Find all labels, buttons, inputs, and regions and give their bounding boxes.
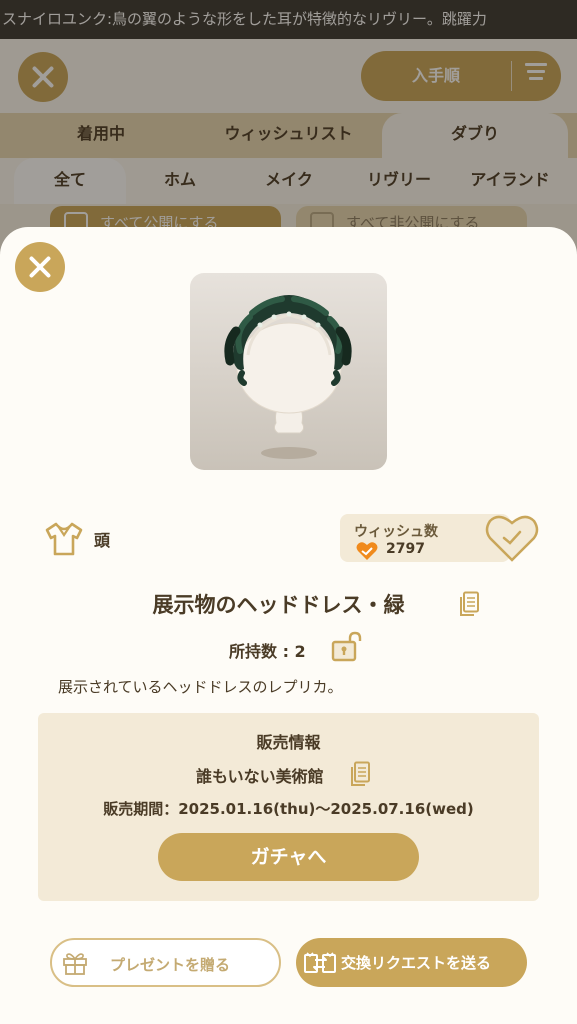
copy-name-icon[interactable] bbox=[458, 591, 480, 617]
send-trade-request-button[interactable]: 交換リクエストを送る bbox=[296, 938, 527, 987]
shop-name: 誰もいない美術館 bbox=[196, 767, 324, 786]
wish-count-label: ウィッシュ数 bbox=[354, 524, 438, 540]
item-name: 展示物のヘッドドレス・緑 bbox=[0, 589, 577, 619]
item-description: 展示されているヘッドドレスのレプリカ。 bbox=[58, 678, 343, 696]
sales-info-title: 販売情報 bbox=[256, 733, 321, 752]
category-label: 頭 bbox=[94, 531, 111, 550]
wish-count-value: 2797 bbox=[386, 541, 425, 557]
small-heart-icon bbox=[356, 542, 378, 560]
sales-info-panel: 販売情報 誰もいない美術館 販売期間：2025.01.16(thu)〜2025.… bbox=[38, 713, 539, 901]
gift-icon bbox=[63, 953, 87, 975]
wishlist-heart-button[interactable] bbox=[484, 511, 540, 563]
copy-shop-icon[interactable] bbox=[349, 761, 371, 787]
item-name-text: 展示物のヘッドドレス・緑 bbox=[152, 593, 405, 617]
headdress-illustration bbox=[224, 295, 352, 459]
sales-period: 販売期間：2025.01.16(thu)〜2025.07.16(wed) bbox=[103, 800, 474, 818]
modal-close-button[interactable] bbox=[15, 242, 65, 292]
send-present-button[interactable]: プレゼントを贈る bbox=[50, 938, 281, 987]
go-to-gacha-button[interactable]: ガチャへ bbox=[158, 833, 419, 881]
shirt-icon bbox=[45, 522, 83, 556]
owned-count: 所持数 : 2 bbox=[229, 642, 306, 661]
send-trade-request-label: 交換リクエストを送る bbox=[341, 954, 492, 972]
item-detail-modal: 頭 ウィッシュ数 2797 展示物のヘッドドレス・緑 所持数 : 2 展示されて… bbox=[0, 227, 577, 1024]
unlocked-padlock-icon[interactable] bbox=[330, 630, 364, 664]
item-image bbox=[190, 273, 387, 470]
send-present-label: プレゼントを贈る bbox=[110, 956, 231, 974]
exchange-icon bbox=[304, 952, 336, 973]
